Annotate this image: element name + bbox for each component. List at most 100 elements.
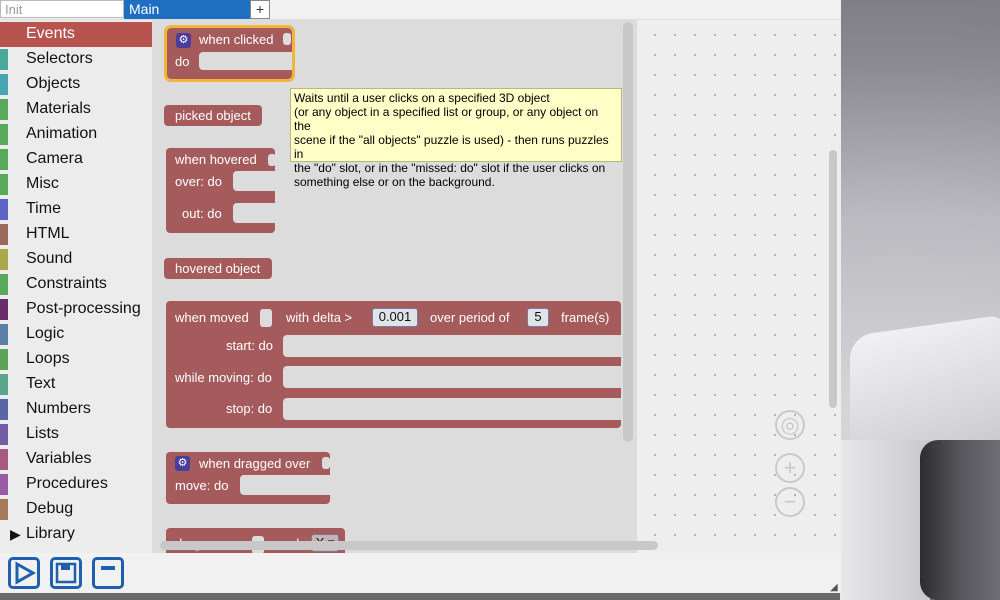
- tooltip-line: something else or on the background.: [294, 175, 495, 189]
- category-logic[interactable]: Logic: [0, 322, 152, 347]
- category-label: Animation: [26, 125, 98, 142]
- save-button[interactable]: [50, 557, 82, 589]
- category-label: Time: [26, 200, 61, 217]
- input-socket: [322, 457, 330, 469]
- category-label: Selectors: [26, 50, 93, 67]
- tab-main[interactable]: Main: [124, 0, 250, 19]
- settings-gear-icon[interactable]: ⚙: [175, 456, 190, 471]
- category-post-processing[interactable]: Post-processing: [0, 297, 152, 322]
- when-dragged-over-label: when dragged over: [199, 456, 311, 471]
- category-procedures[interactable]: Procedures: [0, 472, 152, 497]
- category-label: Debug: [26, 500, 74, 517]
- minimize-button[interactable]: [92, 557, 124, 589]
- zoom-in-icon[interactable]: +: [775, 453, 805, 483]
- category-color-bar: [0, 349, 8, 370]
- input-socket: [268, 154, 276, 166]
- category-label: Library: [26, 525, 75, 542]
- hovered-object-block[interactable]: hovered object: [164, 258, 272, 279]
- category-color-bar: [0, 424, 8, 445]
- stop-do-slot[interactable]: [283, 398, 621, 420]
- category-text[interactable]: Text: [0, 372, 152, 397]
- tooltip-line: scene if the "all objects" puzzle is use…: [294, 133, 609, 161]
- settings-gear-icon[interactable]: ⚙: [176, 33, 191, 48]
- category-camera[interactable]: Camera: [0, 147, 152, 172]
- category-color-bar: [0, 174, 8, 195]
- category-time[interactable]: Time: [0, 197, 152, 222]
- category-label: Camera: [26, 150, 83, 167]
- move-do-label: move: do: [175, 478, 229, 493]
- tooltip-line: Waits until a user clicks on a specified…: [294, 91, 550, 105]
- hovered-object-label: hovered object: [175, 261, 261, 276]
- out-do-label: out: do: [182, 206, 222, 221]
- category-color-bar: [0, 474, 8, 495]
- category-color-bar: [0, 24, 8, 45]
- workspace-vertical-scrollbar[interactable]: [829, 150, 837, 408]
- category-label: Loops: [26, 350, 70, 367]
- category-sound[interactable]: Sound: [0, 247, 152, 272]
- category-events[interactable]: Events: [0, 22, 152, 47]
- category-label: Events: [26, 25, 75, 42]
- while-moving-label: while moving: do: [175, 370, 272, 385]
- over-do-slot[interactable]: [233, 171, 275, 191]
- category-color-bar: [0, 374, 8, 395]
- category-color-bar: [0, 274, 8, 295]
- category-loops[interactable]: Loops: [0, 347, 152, 372]
- delta-value-field[interactable]: 0.001: [372, 308, 418, 327]
- when-clicked-block[interactable]: ⚙ when clicked do: [164, 25, 295, 82]
- do-slot[interactable]: [199, 52, 292, 70]
- move-do-slot[interactable]: [240, 475, 330, 495]
- zoom-out-icon[interactable]: −: [775, 487, 805, 517]
- period-value-field[interactable]: 5: [527, 308, 549, 327]
- category-label: Text: [26, 375, 56, 392]
- block-tooltip: Waits until a user clicks on a specified…: [290, 88, 622, 189]
- flyout-horizontal-scrollbar[interactable]: [160, 541, 658, 550]
- start-do-slot[interactable]: [283, 335, 621, 357]
- when-dragged-over-block[interactable]: ⚙ when dragged over move: do: [166, 452, 330, 504]
- category-objects[interactable]: Objects: [0, 72, 152, 97]
- tooltip-line: (or any object in a specified list or gr…: [294, 105, 599, 133]
- out-do-slot[interactable]: [233, 203, 275, 223]
- category-misc[interactable]: Misc: [0, 172, 152, 197]
- category-materials[interactable]: Materials: [0, 97, 152, 122]
- with-delta-label: with delta >: [286, 310, 353, 325]
- category-color-bar: [0, 249, 8, 270]
- category-html[interactable]: HTML: [0, 222, 152, 247]
- category-label: Sound: [26, 250, 73, 267]
- run-button[interactable]: [8, 557, 40, 589]
- frames-label: frame(s): [561, 310, 610, 325]
- over-do-label: over: do: [175, 174, 222, 189]
- category-constraints[interactable]: Constraints: [0, 272, 152, 297]
- when-hovered-block[interactable]: when hovered over: do out: do: [166, 148, 276, 233]
- add-workspace-button[interactable]: +: [250, 0, 270, 19]
- category-lists[interactable]: Lists: [0, 422, 152, 447]
- bottom-toolbar: [0, 553, 841, 593]
- workspace-grid[interactable]: [637, 20, 841, 553]
- category-color-bar: [0, 124, 8, 145]
- cube-model-front: [840, 440, 930, 600]
- category-label: Misc: [26, 175, 59, 192]
- category-label: Materials: [26, 100, 91, 117]
- picked-object-block[interactable]: picked object: [164, 105, 262, 126]
- category-numbers[interactable]: Numbers: [0, 397, 152, 422]
- category-selectors[interactable]: Selectors: [0, 47, 152, 72]
- category-debug[interactable]: Debug: [0, 497, 152, 522]
- category-animation[interactable]: Animation: [0, 122, 152, 147]
- tab-init[interactable]: Init: [0, 0, 124, 18]
- category-color-bar: [0, 499, 8, 520]
- category-variables[interactable]: Variables: [0, 447, 152, 472]
- recenter-icon[interactable]: ◎: [775, 410, 805, 440]
- expand-arrow-icon[interactable]: ▶: [10, 526, 21, 543]
- category-library[interactable]: ▶ Library: [0, 522, 152, 547]
- category-color-bar: [0, 199, 8, 220]
- category-label: Constraints: [26, 275, 107, 292]
- when-moved-block[interactable]: when moved with delta > 0.001 over perio…: [166, 301, 621, 428]
- category-color-bar: [0, 74, 8, 95]
- while-moving-slot[interactable]: [283, 366, 621, 388]
- resize-handle-icon[interactable]: ◢: [830, 582, 840, 593]
- category-label: Procedures: [26, 475, 108, 492]
- when-hovered-label: when hovered: [175, 152, 257, 167]
- category-label: Post-processing: [26, 300, 141, 317]
- category-color-bar: [0, 149, 8, 170]
- flyout-vertical-scrollbar[interactable]: [623, 22, 633, 442]
- minimize-icon: [101, 566, 115, 570]
